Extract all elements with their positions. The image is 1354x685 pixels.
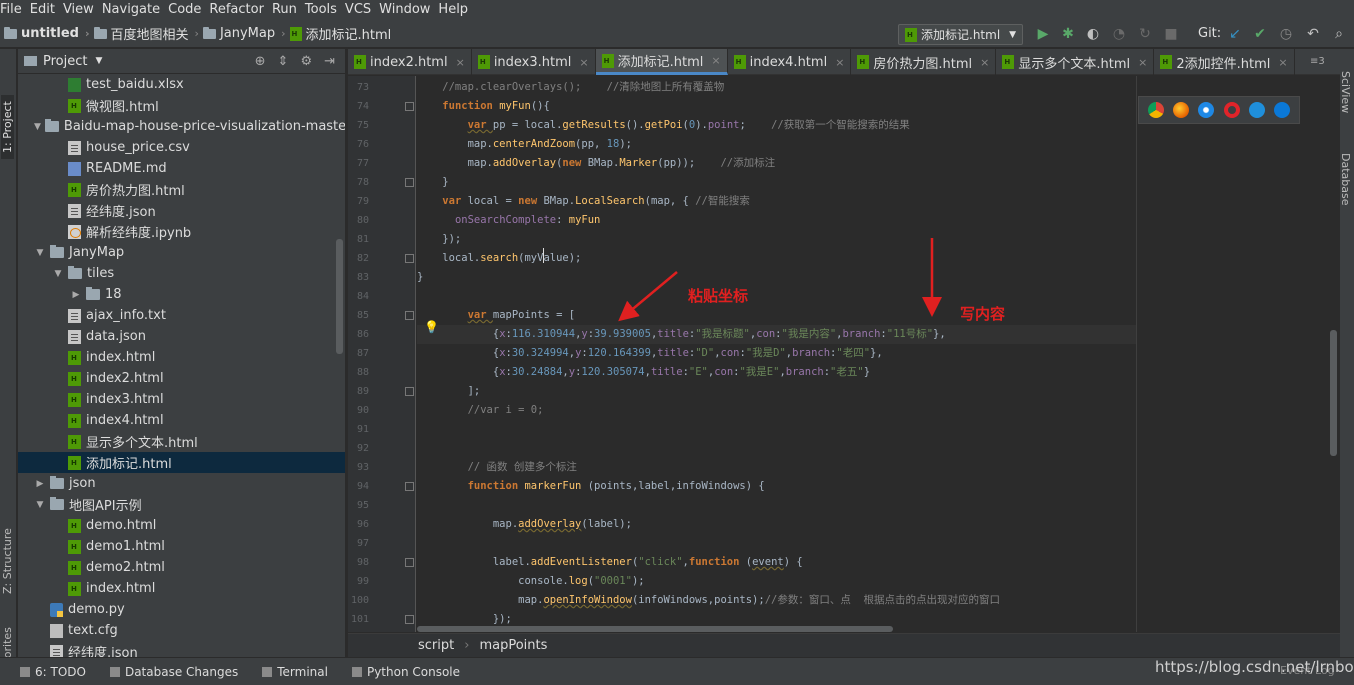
- tool-tab-database[interactable]: Database: [1339, 153, 1352, 206]
- code-breadcrumb: script › mapPoints: [348, 633, 1340, 657]
- python-console-icon: [351, 666, 362, 677]
- chevron-right-icon: ›: [464, 638, 470, 653]
- annotation-arrows: [618, 238, 942, 322]
- terminal-icon: [262, 666, 273, 677]
- bottom-tool-bar: 6: TODO Database Changes Terminal Python Co…: [0, 657, 1354, 685]
- bottom-tool-label: Python Console: [366, 664, 460, 679]
- bottom-tool-database-changes[interactable]: Database Changes: [109, 664, 239, 679]
- bottom-tool-label: Database Changes: [124, 664, 239, 679]
- watermark: https://blog.csdn.net/lrnboy: [1155, 658, 1354, 676]
- annotation-write-content: 写内容: [960, 305, 1006, 323]
- bottom-tool-label: Terminal: [277, 664, 328, 679]
- bottom-tool-label: 6: TODO: [35, 664, 86, 679]
- database-changes-icon: [109, 666, 120, 677]
- editor-horizontal-scrollbar[interactable]: [417, 626, 893, 632]
- bottom-tool-6-todo[interactable]: 6: TODO: [20, 665, 86, 679]
- bottom-tool-python-console[interactable]: Python Console: [351, 664, 460, 679]
- todo-icon: [20, 666, 30, 677]
- tool-tab-sciview[interactable]: SciView: [1339, 71, 1352, 113]
- editor-vertical-scrollbar[interactable]: [1330, 330, 1337, 456]
- code-breadcrumb-script[interactable]: script: [418, 638, 454, 653]
- paste-coords-arrow: [618, 271, 678, 322]
- annotation-paste-coords: 粘贴坐标: [688, 287, 749, 305]
- bottom-tool-terminal[interactable]: Terminal: [262, 665, 328, 679]
- code-breadcrumb-mappoints[interactable]: mapPoints: [479, 638, 547, 653]
- right-tool-strip: SciView Database: [1339, 49, 1354, 657]
